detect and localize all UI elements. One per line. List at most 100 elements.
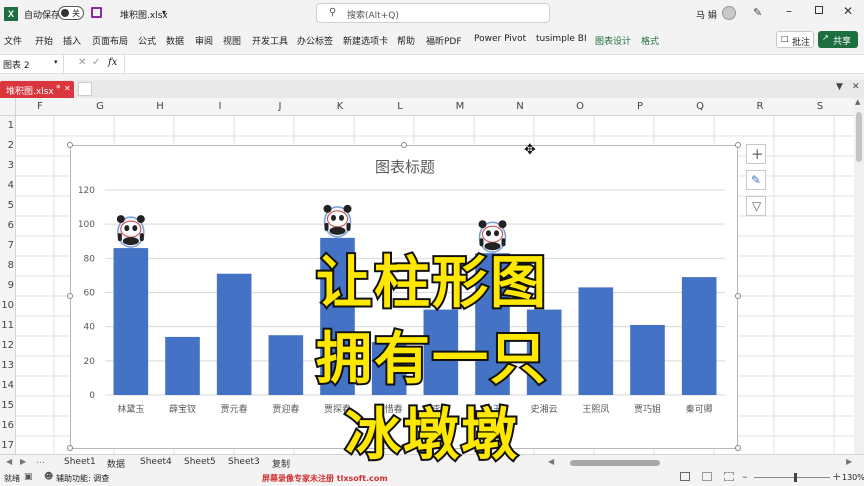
- column-header[interactable]: P: [630, 101, 650, 112]
- column-header[interactable]: L: [390, 101, 410, 112]
- tab-view[interactable]: 视图: [223, 34, 241, 47]
- enter-icon[interactable]: ✓: [92, 57, 100, 68]
- chart-resize-handle[interactable]: [735, 142, 741, 148]
- row-header[interactable]: 11: [0, 320, 14, 331]
- row-header[interactable]: 4: [0, 180, 14, 191]
- column-header[interactable]: I: [210, 101, 230, 112]
- bing-dwen-dwen-icon: [323, 204, 352, 238]
- tab-formulas[interactable]: 公式: [138, 34, 156, 47]
- tab-format[interactable]: 格式: [641, 34, 659, 47]
- column-header[interactable]: N: [510, 101, 530, 112]
- overlay-caption-line: 冰墩墩: [343, 403, 519, 468]
- column-header[interactable]: K: [330, 101, 350, 112]
- tab-chart-design[interactable]: 图表设计: [595, 34, 631, 47]
- tab-power-pivot[interactable]: Power Pivot: [474, 34, 526, 44]
- watermark: 屏幕录像专家未注册 tlxsoft.com: [262, 474, 388, 483]
- row-header[interactable]: 2: [0, 140, 14, 151]
- row-header[interactable]: 3: [0, 160, 14, 171]
- search-box[interactable]: ⚲ 搜索(Alt+Q): [316, 3, 550, 23]
- restore-icon[interactable]: [815, 6, 823, 14]
- tab-help[interactable]: 帮助: [397, 34, 415, 47]
- scroll-up-icon[interactable]: ▲: [855, 98, 860, 106]
- minimize-icon[interactable]: –: [786, 4, 792, 18]
- name-box-dropdown-icon[interactable]: ▾: [54, 58, 58, 66]
- overlay-caption-line: 让柱形图: [314, 251, 548, 316]
- select-all-corner[interactable]: [0, 98, 16, 116]
- autosave-toggle[interactable]: 关: [58, 6, 84, 20]
- doc-tabs-close-icon[interactable]: ✕: [852, 82, 860, 92]
- tab-office-tab[interactable]: 办公标签: [297, 34, 333, 47]
- pen-icon[interactable]: ✎: [753, 6, 762, 19]
- column-header[interactable]: F: [30, 101, 50, 112]
- close-icon[interactable]: ✕: [843, 4, 853, 18]
- accessibility-icon[interactable]: ☻: [44, 472, 53, 482]
- comment-icon: □: [781, 34, 789, 43]
- row-header[interactable]: 7: [0, 240, 14, 251]
- column-header[interactable]: J: [270, 101, 290, 112]
- tab-page-layout[interactable]: 页面布局: [92, 34, 128, 47]
- ribbon-tabs: 文件 开始 插入 页面布局 公式 数据 审阅 视图 开发工具 办公标签 新建选项…: [0, 28, 864, 52]
- chart-resize-handle[interactable]: [67, 142, 73, 148]
- accessibility-status[interactable]: 辅助功能: 调查: [56, 473, 109, 484]
- zoom-slider[interactable]: [754, 473, 830, 482]
- column-headers: F G H I J K L M N O P Q R S: [0, 98, 864, 116]
- comment-button[interactable]: □ 批注: [776, 31, 814, 48]
- normal-view-icon[interactable]: [680, 472, 690, 481]
- excel-logo-icon: X: [4, 7, 18, 21]
- zoom-out-icon[interactable]: –: [742, 470, 748, 483]
- doc-tabs-menu-icon[interactable]: ▼: [836, 82, 843, 92]
- name-box-value: 图表 2: [3, 61, 30, 71]
- column-header[interactable]: G: [90, 101, 110, 112]
- page-layout-view-icon[interactable]: [702, 472, 712, 481]
- new-doc-tab[interactable]: [78, 82, 92, 96]
- tab-insert[interactable]: 插入: [63, 34, 81, 47]
- bing-dwen-dwen-icon: [478, 220, 507, 253]
- share-button[interactable]: ↗ 共享: [818, 31, 858, 48]
- scroll-thumb[interactable]: [856, 112, 862, 162]
- row-header[interactable]: 1: [0, 120, 14, 131]
- tab-review[interactable]: 审阅: [195, 34, 213, 47]
- formula-input[interactable]: [124, 55, 860, 73]
- page-break-view-icon[interactable]: [724, 472, 734, 481]
- doc-tab-active[interactable]: 堆积图.xlsx * ✕: [0, 81, 74, 98]
- filter-icon: ▽: [752, 199, 762, 213]
- column-header[interactable]: Q: [690, 101, 710, 112]
- user-name[interactable]: 马 娟: [696, 8, 717, 21]
- macro-record-icon[interactable]: ▣: [24, 472, 33, 482]
- column-header[interactable]: H: [150, 101, 170, 112]
- tab-home[interactable]: 开始: [35, 34, 53, 47]
- function-icon[interactable]: fx: [108, 57, 117, 68]
- zoom-level[interactable]: 130%: [842, 473, 864, 482]
- tab-data[interactable]: 数据: [166, 34, 184, 47]
- chart-resize-handle[interactable]: [401, 142, 407, 148]
- column-header[interactable]: O: [570, 101, 590, 112]
- save-icon[interactable]: [91, 7, 102, 18]
- name-box[interactable]: 图表 2 ▾: [0, 55, 64, 73]
- chart-elements-button[interactable]: +: [746, 144, 766, 164]
- file-name[interactable]: 堆积图.xlsx: [120, 8, 168, 21]
- brush-icon: ✎: [751, 173, 762, 187]
- title-bar: X 自动保存 关 堆积图.xlsx ▾ ⚲ 搜索(Alt+Q) 马 娟 ✎ – …: [0, 0, 864, 28]
- document-tabs: 堆积图.xlsx * ✕ ▼ ✕: [0, 80, 864, 98]
- tab-tusimple-bi[interactable]: tusimple BI: [536, 34, 587, 44]
- doc-tab-label: 堆积图.xlsx: [6, 87, 54, 97]
- status-bar: 就绪 ▣ ☻ 辅助功能: 调查 屏幕录像专家未注册 tlxsoft.com – …: [0, 470, 864, 486]
- avatar[interactable]: [722, 6, 736, 20]
- tab-new-tab[interactable]: 新建选项卡: [343, 34, 388, 47]
- file-name-caret[interactable]: ▾: [162, 8, 166, 17]
- tab-file[interactable]: 文件: [4, 34, 22, 47]
- zoom-in-icon[interactable]: +: [832, 470, 841, 483]
- chart-filters-button[interactable]: ▽: [746, 196, 766, 216]
- column-header[interactable]: M: [450, 101, 470, 112]
- row-header[interactable]: 6: [0, 220, 14, 231]
- column-header[interactable]: S: [810, 101, 830, 112]
- tab-developer[interactable]: 开发工具: [252, 34, 288, 47]
- chart-styles-button[interactable]: ✎: [746, 170, 766, 190]
- doc-tab-close-icon[interactable]: ✕: [64, 84, 71, 93]
- row-header[interactable]: 5: [0, 200, 14, 211]
- column-header[interactable]: R: [750, 101, 770, 112]
- y-tick-label: 100: [78, 220, 95, 230]
- cancel-icon[interactable]: ✕: [78, 57, 86, 68]
- zoom-slider-thumb[interactable]: [794, 473, 797, 482]
- tab-foxit-pdf[interactable]: 福昕PDF: [426, 34, 462, 47]
